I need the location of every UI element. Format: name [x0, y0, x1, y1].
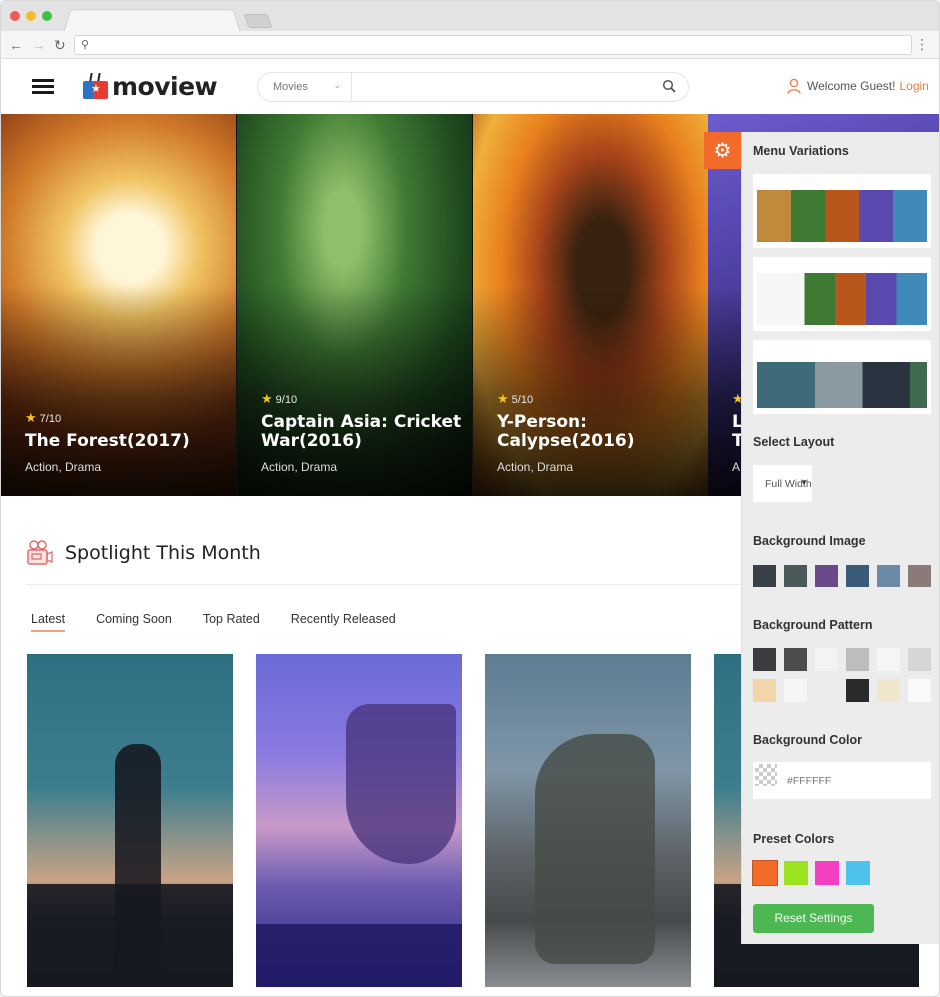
gear-icon: ⚙: [713, 140, 732, 162]
search-bar: Movies ⌄: [257, 72, 689, 102]
browser-tab-bar: [1, 1, 939, 33]
hero-slide[interactable]: ★ 9/10 Captain Asia: Cricket War(2016) Ac…: [237, 114, 472, 496]
background-image-option[interactable]: [815, 565, 838, 587]
movie-title[interactable]: The Forest(2017): [25, 432, 226, 451]
hero-slide[interactable]: ★ 5/10 Y-Person: Calypse(2016) Action, Dr…: [473, 114, 708, 496]
background-image-option[interactable]: [846, 565, 869, 587]
welcome-text: Welcome Guest!: [807, 79, 896, 93]
star-icon: ★: [25, 410, 37, 425]
background-pattern-option[interactable]: [846, 648, 869, 671]
menu-variation-option[interactable]: [753, 257, 931, 331]
caret-down-icon: ▼: [800, 478, 808, 487]
rating: ★ 7/10: [25, 410, 62, 425]
site-header: ★ moview Movies ⌄ Welcome Guest! Login: [1, 59, 939, 114]
movie-genre: Action, Drama: [497, 460, 574, 474]
browser-window: ← → ↻ ⚲ ⋮ ★ moview Movies ⌄ Welcome Gues…: [0, 0, 940, 997]
divider: [26, 584, 741, 585]
rating: ★ 5/10: [497, 391, 534, 406]
background-pattern-option[interactable]: [753, 679, 776, 702]
background-pattern-option[interactable]: [815, 679, 838, 702]
color-swatch: [755, 764, 777, 786]
welcome-area: Welcome Guest! Login: [787, 78, 929, 94]
search-category-select[interactable]: Movies ⌄: [258, 73, 352, 101]
movie-genre: Action, Drama: [261, 460, 338, 474]
new-tab-button[interactable]: [243, 14, 273, 28]
tab-latest[interactable]: Latest: [31, 612, 66, 632]
logo[interactable]: ★ moview: [83, 71, 218, 101]
kebab-menu-icon[interactable]: ⋮: [915, 35, 929, 53]
user-icon: [787, 78, 801, 94]
background-color-input[interactable]: #FFFFFF: [753, 762, 931, 799]
background-image-option[interactable]: [908, 565, 931, 587]
tab-recently-released[interactable]: Recently Released: [291, 612, 396, 632]
background-pattern-option[interactable]: [784, 679, 807, 702]
movie-card[interactable]: [256, 654, 462, 987]
movie-genre: Action, Drama: [25, 460, 102, 474]
minimize-window-button[interactable]: [26, 11, 36, 21]
search-category-value: Movies: [273, 81, 308, 93]
tv-logo-icon: ★: [83, 73, 108, 99]
background-pattern-option[interactable]: [908, 679, 931, 702]
movie-title[interactable]: Captain Asia: Cricket War(2016): [261, 413, 462, 451]
chevron-down-icon: ⌄: [333, 80, 341, 90]
tab-coming-soon[interactable]: Coming Soon: [96, 612, 172, 632]
preset-colors-title: Preset Colors: [753, 832, 835, 846]
movie-camera-icon: [27, 540, 53, 565]
background-color-title: Background Color: [753, 733, 863, 747]
spotlight-header: Spotlight This Month: [26, 539, 261, 567]
movie-card[interactable]: [27, 654, 233, 987]
background-pattern-option[interactable]: [846, 679, 869, 702]
background-pattern-option[interactable]: [908, 648, 931, 671]
search-icon[interactable]: [662, 79, 676, 93]
search-icon: ⚲: [81, 39, 90, 51]
browser-tab[interactable]: [63, 9, 241, 33]
preset-color-green[interactable]: [784, 861, 808, 885]
login-link[interactable]: Login: [899, 79, 928, 93]
preset-color-pink[interactable]: [815, 861, 839, 885]
background-pattern-option[interactable]: [784, 648, 807, 671]
background-pattern-option[interactable]: [877, 679, 900, 702]
settings-panel: Menu Variations Select Layout Full Width…: [741, 132, 939, 944]
reload-icon[interactable]: ↻: [54, 36, 66, 54]
menu-variation-option[interactable]: [753, 340, 931, 414]
background-pattern-option[interactable]: [815, 648, 838, 671]
menu-variations-title: Menu Variations: [753, 144, 849, 158]
arrow-right-icon[interactable]: →: [32, 36, 46, 54]
maximize-window-button[interactable]: [42, 11, 52, 21]
preset-color-blue[interactable]: [846, 861, 870, 885]
movie-card[interactable]: [485, 654, 691, 987]
layout-select[interactable]: Full Width ▼: [753, 465, 812, 502]
url-input[interactable]: ⚲: [74, 35, 912, 55]
hero-slide[interactable]: ★ 7/10 The Forest(2017) Action, Drama: [1, 114, 236, 496]
background-image-option[interactable]: [753, 565, 776, 587]
star-icon: ★: [261, 391, 273, 406]
movie-title[interactable]: Y-Person: Calypse(2016): [497, 413, 698, 451]
hamburger-menu-icon[interactable]: [32, 79, 54, 95]
background-pattern-option[interactable]: [877, 648, 900, 671]
section-title: Spotlight This Month: [65, 542, 261, 564]
select-layout-title: Select Layout: [753, 435, 835, 449]
spotlight-tabs: Latest Coming Soon Top Rated Recently Re…: [31, 612, 427, 632]
background-image-option[interactable]: [784, 565, 807, 587]
reset-settings-button[interactable]: Reset Settings: [753, 904, 874, 933]
background-color-value: #FFFFFF: [787, 775, 832, 787]
background-pattern-option[interactable]: [753, 648, 776, 671]
search-input[interactable]: [358, 77, 648, 97]
rating: ★ 9/10: [261, 391, 298, 406]
menu-variation-option[interactable]: [753, 174, 931, 248]
arrow-left-icon[interactable]: ←: [9, 36, 23, 54]
preset-color-orange[interactable]: [752, 860, 778, 886]
star-icon: ★: [497, 391, 509, 406]
logo-text: moview: [112, 71, 218, 101]
background-pattern-title: Background Pattern: [753, 618, 873, 632]
address-bar-row: ← → ↻ ⚲ ⋮: [1, 31, 939, 59]
tab-top-rated[interactable]: Top Rated: [203, 612, 260, 632]
close-window-button[interactable]: [10, 11, 20, 21]
settings-toggle-button[interactable]: ⚙: [704, 132, 741, 169]
background-image-option[interactable]: [877, 565, 900, 587]
background-image-title: Background Image: [753, 534, 866, 548]
